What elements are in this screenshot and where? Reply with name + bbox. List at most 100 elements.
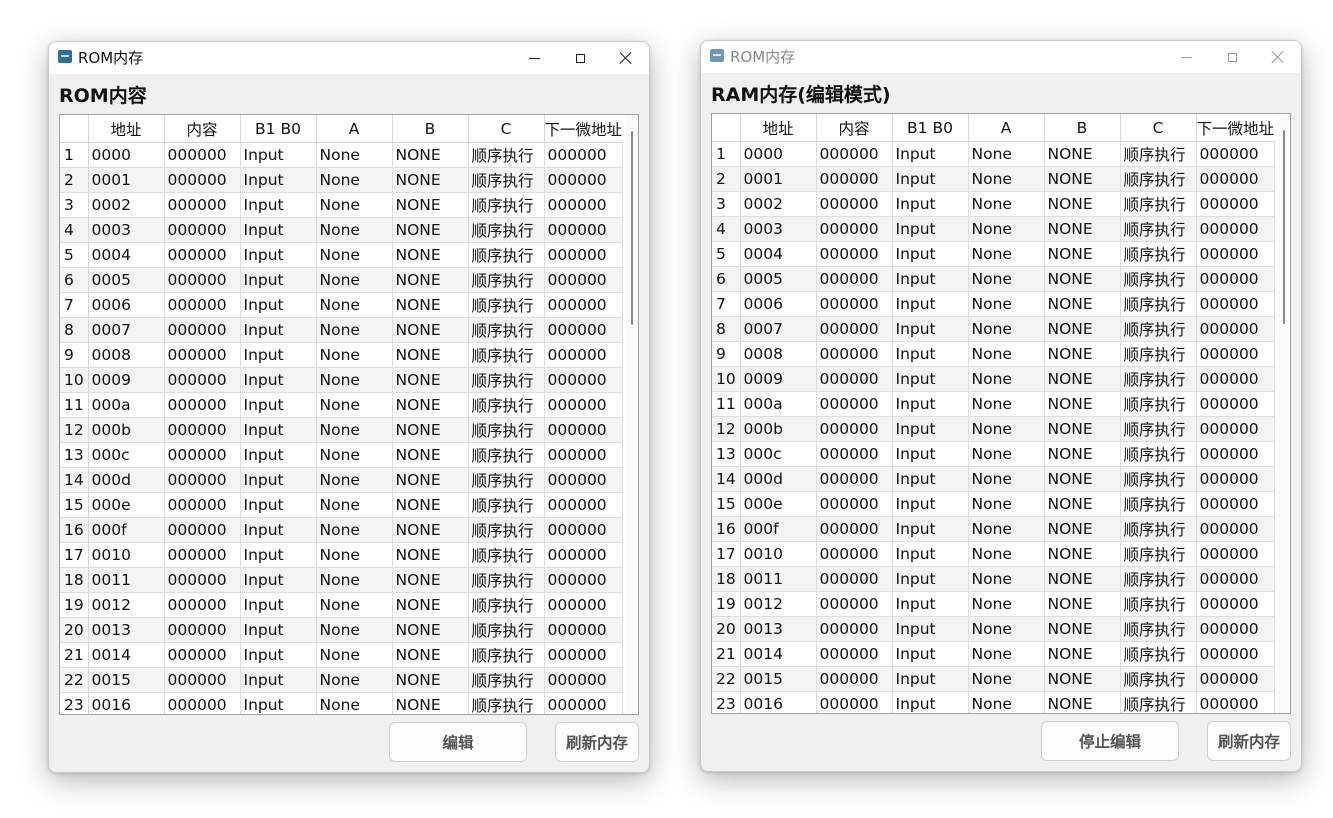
table-cell[interactable]: 000000: [164, 342, 241, 368]
row-number[interactable]: 13: [712, 441, 741, 467]
rom-table[interactable]: 地址 内容 B1 B0 A B C 下一微地址 1 0000 000000 Input None NO…: [59, 114, 639, 715]
table-cell[interactable]: Input: [892, 641, 969, 667]
table-cell[interactable]: 顺序执行: [1120, 366, 1197, 392]
table-cell[interactable]: 000000: [816, 441, 893, 467]
row-number[interactable]: 9: [712, 341, 741, 367]
table-row[interactable]: 2 0001 000000 Input None NONE 顺序执行 000000: [60, 167, 623, 193]
table-cell[interactable]: NONE: [1044, 316, 1121, 342]
title-bar[interactable]: ROM内存: [49, 42, 649, 74]
table-cell[interactable]: 顺序执行: [1120, 266, 1197, 292]
table-cell[interactable]: NONE: [392, 392, 469, 418]
table-cell[interactable]: 000000: [1196, 591, 1275, 617]
table-row[interactable]: 3 0002 000000 Input None NONE 顺序执行 000000: [712, 191, 1275, 217]
table-cell[interactable]: 0010: [88, 542, 165, 568]
table-cell[interactable]: Input: [892, 166, 969, 192]
table-cell[interactable]: 000000: [1196, 366, 1275, 392]
row-number[interactable]: 20: [712, 616, 741, 642]
table-cell[interactable]: 顺序执行: [468, 617, 545, 643]
table-cell[interactable]: NONE: [392, 542, 469, 568]
vertical-scrollbar[interactable]: [1278, 114, 1290, 713]
table-cell[interactable]: 顺序执行: [468, 367, 545, 393]
table-cell[interactable]: 000000: [1196, 491, 1275, 517]
table-cell[interactable]: None: [968, 691, 1045, 713]
table-cell[interactable]: NONE: [1044, 141, 1121, 167]
table-row[interactable]: 10 0009 000000 Input None NONE 顺序执行 000000: [712, 366, 1275, 392]
table-cell[interactable]: 000d: [740, 466, 817, 492]
row-number[interactable]: 11: [712, 391, 741, 417]
table-row[interactable]: 19 0012 000000 Input None NONE 顺序执行 000000: [60, 592, 623, 618]
row-number[interactable]: 10: [712, 366, 741, 392]
table-cell[interactable]: 000000: [164, 692, 241, 714]
table-cell[interactable]: NONE: [392, 467, 469, 493]
table-cell[interactable]: 000000: [544, 592, 623, 618]
table-cell[interactable]: 0005: [740, 266, 817, 292]
table-cell[interactable]: None: [316, 367, 393, 393]
table-cell[interactable]: Input: [240, 467, 317, 493]
table-cell[interactable]: 000000: [164, 617, 241, 643]
table-row[interactable]: 20 0013 000000 Input None NONE 顺序执行 000000: [60, 617, 623, 643]
table-cell[interactable]: 000000: [816, 341, 893, 367]
table-cell[interactable]: 000000: [544, 617, 623, 643]
table-cell[interactable]: 0012: [740, 591, 817, 617]
table-cell[interactable]: None: [968, 341, 1045, 367]
table-cell[interactable]: Input: [892, 216, 969, 242]
column-header[interactable]: C: [468, 115, 545, 143]
table-cell[interactable]: None: [316, 242, 393, 268]
table-cell[interactable]: 顺序执行: [468, 592, 545, 618]
table-row[interactable]: 1 0000 000000 Input None NONE 顺序执行 000000: [712, 141, 1275, 167]
table-cell[interactable]: 0000: [740, 141, 817, 167]
table-cell[interactable]: Input: [240, 367, 317, 393]
table-cell[interactable]: Input: [892, 141, 969, 167]
row-number[interactable]: 8: [60, 317, 89, 343]
table-cell[interactable]: 000000: [816, 291, 893, 317]
table-cell[interactable]: 顺序执行: [468, 467, 545, 493]
column-header[interactable]: 下一微地址: [1196, 114, 1275, 142]
table-cell[interactable]: 000000: [164, 592, 241, 618]
table-cell[interactable]: 000000: [816, 366, 893, 392]
table-cell[interactable]: 000000: [544, 517, 623, 543]
table-cell[interactable]: 000000: [544, 192, 623, 218]
table-cell[interactable]: 0009: [88, 367, 165, 393]
table-cell[interactable]: 0014: [740, 641, 817, 667]
table-cell[interactable]: 0000: [88, 142, 165, 168]
table-row[interactable]: 1 0000 000000 Input None NONE 顺序执行 000000: [60, 142, 623, 168]
table-cell[interactable]: Input: [240, 392, 317, 418]
table-cell[interactable]: 000000: [1196, 541, 1275, 567]
close-button[interactable]: [603, 42, 649, 74]
table-row[interactable]: 8 0007 000000 Input None NONE 顺序执行 000000: [712, 316, 1275, 342]
row-number[interactable]: 19: [60, 592, 89, 618]
table-cell[interactable]: 000000: [816, 516, 893, 542]
table-row[interactable]: 5 0004 000000 Input None NONE 顺序执行 000000: [712, 241, 1275, 267]
table-cell[interactable]: 000000: [544, 267, 623, 293]
table-cell[interactable]: 000000: [164, 667, 241, 693]
row-number[interactable]: 2: [60, 167, 89, 193]
table-cell[interactable]: None: [968, 666, 1045, 692]
refresh-memory-button[interactable]: 刷新内存: [555, 722, 639, 762]
table-cell[interactable]: NONE: [392, 417, 469, 443]
table-cell[interactable]: 000000: [1196, 266, 1275, 292]
table-cell[interactable]: 000000: [1196, 666, 1275, 692]
row-number[interactable]: 6: [712, 266, 741, 292]
table-cell[interactable]: 000e: [740, 491, 817, 517]
table-cell[interactable]: NONE: [1044, 641, 1121, 667]
table-cell[interactable]: 顺序执行: [468, 567, 545, 593]
table-cell[interactable]: Input: [892, 341, 969, 367]
table-cell[interactable]: 000000: [544, 242, 623, 268]
table-cell[interactable]: NONE: [392, 242, 469, 268]
table-cell[interactable]: 000000: [1196, 441, 1275, 467]
table-cell[interactable]: 000a: [740, 391, 817, 417]
table-cell[interactable]: None: [968, 216, 1045, 242]
ram-table[interactable]: 地址 内容 B1 B0 A B C 下一微地址 1 0000 000000 Input None NO…: [711, 113, 1291, 714]
table-cell[interactable]: None: [968, 441, 1045, 467]
table-cell[interactable]: None: [968, 241, 1045, 267]
table-cell[interactable]: 0003: [88, 217, 165, 243]
table-cell[interactable]: None: [968, 516, 1045, 542]
table-cell[interactable]: 000000: [544, 142, 623, 168]
table-cell[interactable]: 000000: [164, 217, 241, 243]
table-cell[interactable]: NONE: [1044, 516, 1121, 542]
table-cell[interactable]: NONE: [392, 492, 469, 518]
table-cell[interactable]: Input: [240, 442, 317, 468]
table-cell[interactable]: NONE: [1044, 216, 1121, 242]
table-cell[interactable]: 000000: [816, 416, 893, 442]
table-cell[interactable]: None: [316, 642, 393, 668]
